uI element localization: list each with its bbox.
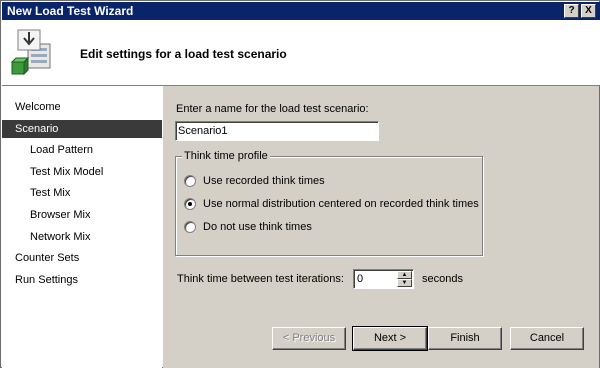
window-title: New Load Test Wizard [7,4,134,18]
nav-item-test-mix-model[interactable]: Test Mix Model [2,163,162,181]
settings-panel: Enter a name for the load test scenario:… [163,86,599,368]
load-test-wizard-icon [10,29,51,76]
nav-item-label: Load Pattern [30,144,93,156]
spinner-down-icon[interactable]: ▼ [397,279,412,287]
nav-item-label: Run Settings [15,274,78,286]
radio-button[interactable] [184,221,196,233]
help-button[interactable]: ? [564,4,579,18]
seconds-label: seconds [422,273,463,285]
title-bar[interactable]: New Load Test Wizard ? X [2,2,600,20]
cancel-button[interactable]: Cancel [510,327,584,350]
nav-item-label: Test Mix [30,187,71,199]
nav-item-scenario[interactable]: Scenario [2,120,162,138]
group-title: Think time profile [182,150,270,162]
think-time-profile-group: Think time profile Use recorded think ti… [175,150,483,256]
header-title: Edit settings for a load test scenario [80,47,287,61]
iteration-think-time-spinner[interactable]: 0 ▲ ▼ [353,269,414,289]
radio-button-selected[interactable] [184,198,196,210]
nav-item-label: Browser Mix [30,209,91,221]
next-button[interactable]: Next > [352,326,428,351]
nav-item-load-pattern[interactable]: Load Pattern [2,141,162,159]
finish-button[interactable]: Finish [428,327,502,350]
wizard-window: New Load Test Wizard ? X Edit settings f… [0,0,600,368]
nav-item-network-mix[interactable]: Network Mix [2,228,162,246]
wizard-header: Edit settings for a load test scenario [2,20,600,85]
nav-item-label: Scenario [15,123,59,135]
nav-item-label: Counter Sets [15,252,80,264]
close-button[interactable]: X [581,4,596,18]
radio-label: Use recorded think times [203,175,325,187]
nav-item-label: Welcome [15,101,61,113]
nav-item-welcome[interactable]: Welcome [2,98,162,116]
nav-item-test-mix[interactable]: Test Mix [2,184,162,202]
scenario-name-input[interactable] [175,121,379,141]
spinner-up-icon[interactable]: ▲ [397,271,412,279]
radio-dot [188,202,192,206]
radio-label: Do not use think times [203,221,312,233]
radio-button[interactable] [184,175,196,187]
radio-label: Use normal distribution centered on reco… [203,198,479,210]
nav-item-run-settings[interactable]: Run Settings [2,271,162,289]
nav-item-label: Test Mix Model [30,166,104,178]
nav-item-counter-sets[interactable]: Counter Sets [2,249,162,267]
nav-item-label: Network Mix [30,231,91,243]
wizard-nav: Welcome Scenario Load Pattern Test Mix M… [2,86,162,368]
iteration-think-time-label: Think time between test iterations: [177,273,344,285]
nav-item-browser-mix[interactable]: Browser Mix [2,206,162,224]
scenario-name-label: Enter a name for the load test scenario: [176,103,369,115]
previous-button[interactable]: < Previous [272,327,346,350]
spinner-value: 0 [357,273,364,285]
